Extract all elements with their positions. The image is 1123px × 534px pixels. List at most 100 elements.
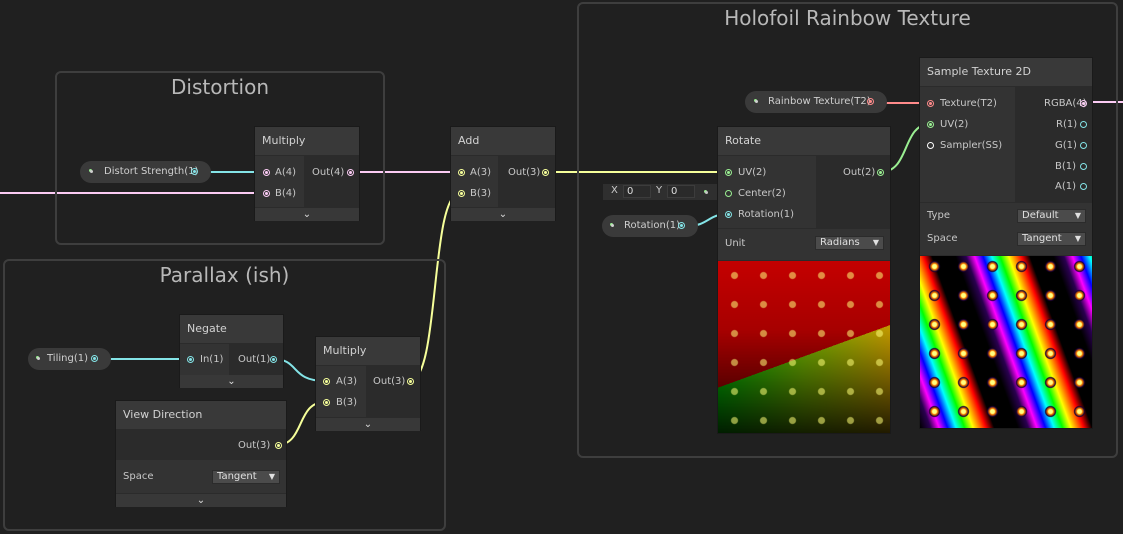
output-port-b[interactable]: B(1): [1055, 160, 1090, 174]
property-label: Rotation(1): [624, 220, 680, 231]
node-multiply-parallax[interactable]: Multiply A(3) B(3) Out(3) ⌄: [315, 336, 421, 431]
port-label: Out(4): [312, 167, 345, 178]
dropdown-value: Radians: [820, 237, 860, 248]
type-label: Type: [927, 210, 950, 221]
port-dot[interactable]: [1080, 163, 1087, 170]
port-dot[interactable]: [927, 121, 934, 128]
port-label: Out(3): [238, 440, 271, 451]
output-port[interactable]: [91, 355, 98, 362]
property-distort-strength[interactable]: Distort Strength(1): [80, 161, 211, 183]
port-label: A(1): [1055, 181, 1077, 192]
center-x-field[interactable]: 0: [623, 185, 651, 198]
collapse-button[interactable]: ⌄: [316, 418, 420, 431]
port-dot[interactable]: [275, 442, 282, 449]
port-indicator: [36, 356, 40, 360]
node-title: View Direction: [116, 401, 286, 429]
port-dot[interactable]: [187, 356, 194, 363]
node-title: Negate: [180, 315, 283, 343]
port-dot[interactable]: [458, 169, 465, 176]
port-label: UV(2): [738, 167, 767, 178]
sample-texture-preview: [920, 256, 1092, 428]
port-label: R(1): [1056, 119, 1078, 130]
center-y-field[interactable]: 0: [667, 185, 695, 198]
node-add[interactable]: Add A(3) B(3) Out(3) ⌄: [450, 126, 556, 221]
port-dot[interactable]: [263, 169, 270, 176]
property-rainbow-texture[interactable]: Rainbow Texture(T2): [745, 91, 887, 113]
unit-dropdown[interactable]: Radians ▼: [815, 236, 884, 250]
output-port[interactable]: Out(3): [373, 375, 418, 389]
triangle-down-icon: ▼: [872, 238, 879, 247]
port-dot[interactable]: [323, 399, 330, 406]
port-label: A(3): [470, 167, 492, 178]
node-view-direction[interactable]: View Direction Out(3) Space Tangent ▼ ⌄: [115, 400, 287, 507]
space-label: Space: [123, 471, 154, 482]
port-label: B(3): [336, 397, 358, 408]
output-port[interactable]: [191, 168, 198, 175]
port-dot[interactable]: [1080, 121, 1087, 128]
port-dot[interactable]: [725, 169, 732, 176]
space-dropdown[interactable]: Tangent ▼: [1017, 232, 1086, 246]
port-dot[interactable]: [725, 190, 732, 197]
output-port[interactable]: [867, 98, 874, 105]
port-dot[interactable]: [407, 378, 414, 385]
group-title: Distortion: [171, 75, 269, 99]
collapse-button[interactable]: ⌄: [116, 494, 286, 507]
port-dot[interactable]: [725, 211, 732, 218]
group-title: Parallax (ish): [159, 263, 290, 287]
node-title: Sample Texture 2D: [920, 58, 1092, 86]
property-rotation[interactable]: Rotation(1): [602, 215, 698, 237]
port-indicator: [610, 223, 614, 227]
property-label: Distort Strength(1): [104, 166, 199, 177]
port-dot[interactable]: [458, 190, 465, 197]
port-dot[interactable]: [1080, 183, 1087, 190]
output-port[interactable]: Out(2): [843, 166, 888, 180]
port-dot[interactable]: [263, 190, 270, 197]
center-x-label: X: [611, 185, 618, 196]
output-port[interactable]: Out(4): [312, 166, 357, 180]
output-port[interactable]: [678, 222, 685, 229]
dropdown-value: Tangent: [1022, 233, 1062, 244]
output-port-rgba[interactable]: RGBA(4): [1044, 97, 1090, 111]
port-dot[interactable]: [542, 169, 549, 176]
port-label: B(3): [470, 188, 492, 199]
port-label: Sampler(SS): [940, 140, 1003, 151]
chevron-down-icon: ⌄: [196, 495, 206, 506]
preview-dots: [718, 261, 890, 433]
unit-label: Unit: [725, 238, 746, 249]
property-label: Rainbow Texture(T2): [768, 96, 871, 107]
output-port-g[interactable]: G(1): [1055, 139, 1090, 153]
node-sample-texture-2d[interactable]: Sample Texture 2D Texture(T2) UV(2) Samp…: [919, 57, 1093, 429]
port-dot[interactable]: [927, 100, 934, 107]
output-port-a[interactable]: A(1): [1055, 180, 1090, 194]
port-indicator: [754, 99, 758, 103]
port-dot[interactable]: [1080, 100, 1087, 107]
port-label: B(4): [275, 188, 297, 199]
node-rotate[interactable]: Rotate UV(2) Center(2) Rotation(1) Out(2…: [717, 126, 891, 434]
collapse-button[interactable]: ⌄: [180, 375, 283, 388]
collapse-button[interactable]: ⌄: [255, 208, 359, 221]
output-port[interactable]: Out(3): [508, 166, 553, 180]
property-label: Tiling(1): [47, 353, 88, 364]
chevron-down-icon: ⌄: [363, 419, 373, 430]
property-tiling[interactable]: Tiling(1): [28, 348, 111, 370]
port-dot[interactable]: [927, 142, 934, 149]
chevron-down-icon: ⌄: [227, 376, 236, 387]
output-port[interactable]: Out(3): [238, 439, 284, 453]
collapse-button[interactable]: ⌄: [451, 208, 555, 221]
port-dot[interactable]: [270, 356, 277, 363]
node-title: Multiply: [316, 337, 420, 365]
node-title: Multiply: [255, 127, 359, 155]
port-dot[interactable]: [877, 169, 884, 176]
type-dropdown[interactable]: Default ▼: [1017, 209, 1086, 223]
node-negate[interactable]: Negate In(1) Out(1) ⌄: [179, 314, 284, 388]
triangle-down-icon: ▼: [1074, 211, 1081, 220]
group-title: Holofoil Rainbow Texture: [724, 6, 971, 30]
node-multiply-distortion[interactable]: Multiply A(4) B(4) Out(4) ⌄: [254, 126, 360, 221]
output-port[interactable]: Out(1): [238, 353, 282, 367]
port-dot[interactable]: [1080, 142, 1087, 149]
port-dot[interactable]: [347, 169, 354, 176]
output-port-r[interactable]: R(1): [1056, 118, 1090, 132]
port-dot[interactable]: [323, 378, 330, 385]
port-label: Rotation(1): [738, 209, 794, 220]
space-dropdown[interactable]: Tangent ▼: [212, 470, 280, 484]
